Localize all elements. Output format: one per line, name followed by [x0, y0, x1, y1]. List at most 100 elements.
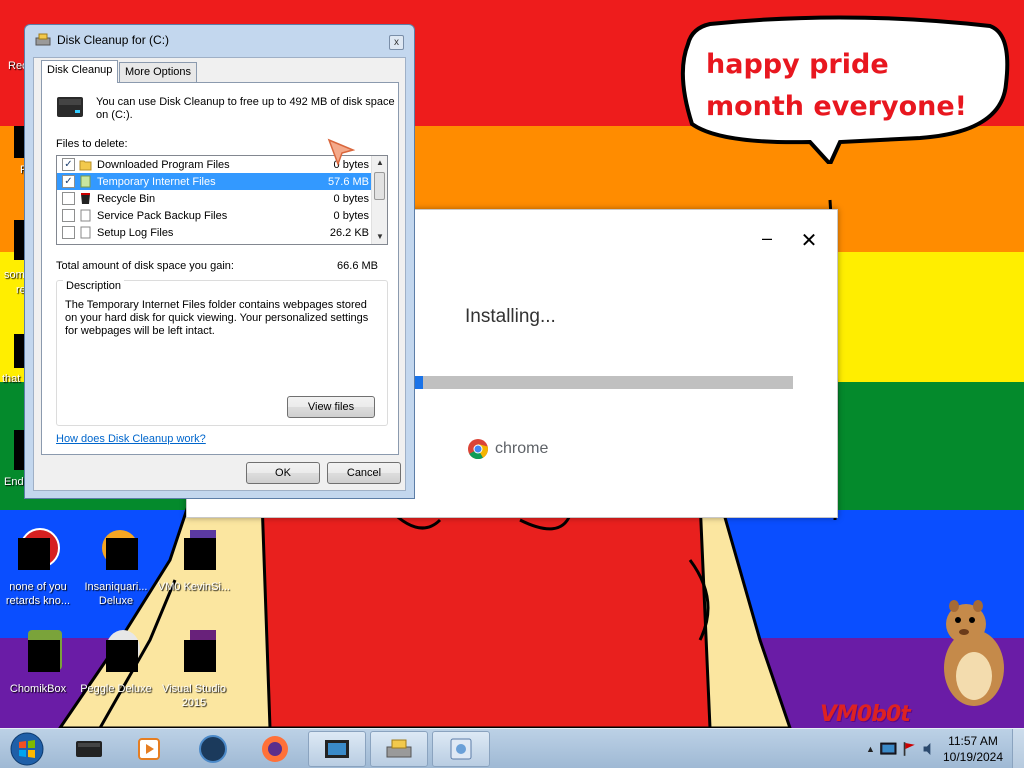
- file-icon: [80, 226, 91, 239]
- clock-time: 11:57 AM: [948, 734, 998, 748]
- files-to-delete-label: Files to delete:: [56, 138, 128, 150]
- desktop-icon-label: Insaniquari... Deluxe: [84, 581, 148, 607]
- file-size: 26.2 KB: [329, 226, 369, 239]
- file-name: Setup Log Files: [97, 226, 174, 239]
- taskbar-item-disk-cleanup[interactable]: [370, 731, 428, 767]
- file-size: 57.6 MB: [328, 175, 369, 188]
- list-item[interactable]: Recycle Bin 0 bytes: [57, 190, 371, 207]
- desktop-icon-label: Visual Studio 2015: [161, 683, 226, 709]
- program-icon: [170, 528, 218, 576]
- checkbox[interactable]: [62, 209, 75, 222]
- desktop-edge-label: that: [2, 373, 21, 385]
- desktop-icon-peggle-deluxe[interactable]: Peggle Deluxe: [78, 630, 154, 696]
- cancel-button[interactable]: Cancel: [327, 462, 401, 484]
- hamster-image: [944, 600, 1004, 706]
- desktop-icon-label: ChomikBox: [9, 683, 67, 695]
- description-group: Description The Temporary Internet Files…: [56, 280, 388, 426]
- file-name: Service Pack Backup Files: [97, 209, 228, 222]
- list-item[interactable]: Service Pack Backup Files 0 bytes: [57, 207, 371, 224]
- close-button[interactable]: x: [389, 35, 404, 50]
- desktop-edge-label: End: [4, 476, 24, 488]
- file-name: Downloaded Program Files: [97, 158, 230, 171]
- action-center-flag-icon[interactable]: [902, 739, 917, 759]
- show-desktop-button[interactable]: [1012, 729, 1024, 768]
- description-text: The Temporary Internet Files folder cont…: [65, 299, 369, 337]
- taskbar-item-computer[interactable]: [60, 731, 118, 767]
- mouse-cursor-icon: [327, 138, 355, 166]
- computer-icon: [76, 741, 102, 757]
- files-list[interactable]: ✓ Downloaded Program Files 0 bytes ✓ Tem…: [56, 155, 388, 245]
- taskbar-item-control-panel[interactable]: [432, 731, 490, 767]
- disk-cleanup-icon: [35, 33, 51, 46]
- system-tray: ▲: [866, 731, 938, 767]
- folder-icon: [79, 160, 92, 171]
- tray-expand-icon[interactable]: ▲: [866, 744, 875, 754]
- view-files-button[interactable]: View files: [287, 396, 375, 418]
- desktop-icon-insaniquarium[interactable]: Insaniquari... Deluxe: [78, 528, 154, 608]
- disk-cleanup-window: Disk Cleanup for (C:) x Disk Cleanup Mor…: [24, 24, 415, 499]
- total-space-value: 66.6 MB: [337, 260, 378, 272]
- taskbar-item-firefox[interactable]: [246, 731, 304, 767]
- desktop-icon-label: none of you retards kno...: [5, 581, 71, 607]
- close-button[interactable]: ✕: [799, 228, 819, 252]
- checkbox[interactable]: ✓: [62, 175, 75, 188]
- chrome-icon: [468, 439, 488, 460]
- peggle-icon: [92, 630, 140, 678]
- desktop-icon-chomikbox[interactable]: ChomikBox: [0, 630, 76, 696]
- checkbox[interactable]: [62, 226, 75, 239]
- list-item[interactable]: ✓ Downloaded Program Files 0 bytes: [57, 156, 371, 173]
- control-panel-icon: [450, 738, 472, 760]
- desktop-edge-label: som: [4, 269, 25, 281]
- scroll-up-icon[interactable]: ▲: [372, 156, 387, 170]
- file-size: 0 bytes: [333, 209, 369, 222]
- list-item[interactable]: Setup Log Files 26.2 KB: [57, 224, 371, 241]
- scrollbar[interactable]: ▲ ▼: [371, 156, 387, 244]
- scroll-thumb[interactable]: [374, 172, 385, 200]
- network-icon[interactable]: [879, 739, 898, 759]
- desktop-icon-label: Peggle Deluxe: [80, 683, 152, 695]
- file-icon: [80, 175, 91, 188]
- window-titlebar[interactable]: Disk Cleanup for (C:): [35, 33, 169, 47]
- chomikbox-icon: [14, 630, 62, 678]
- taskbar-item-app[interactable]: [184, 731, 242, 767]
- file-icon: [80, 209, 91, 222]
- description-legend: Description: [63, 280, 125, 292]
- fish-icon: [92, 528, 140, 576]
- help-link[interactable]: How does Disk Cleanup work?: [56, 433, 206, 445]
- checkbox[interactable]: ✓: [62, 158, 75, 171]
- taskbar: ▲ 11:57 AM 10/19/2024: [0, 728, 1024, 768]
- desktop-icon-label: VM0 KevinSi...: [157, 581, 231, 593]
- volume-icon[interactable]: [921, 739, 938, 759]
- total-space-label: Total amount of disk space you gain:: [56, 260, 234, 272]
- recycle-bin-icon: [81, 193, 90, 204]
- desktop-icon-none-of-you[interactable]: none of you retards kno...: [0, 528, 76, 608]
- program-icon: [14, 528, 62, 576]
- desktop-icon-visual-studio[interactable]: Visual Studio 2015: [156, 630, 232, 710]
- start-button-icon[interactable]: [6, 731, 48, 767]
- list-item[interactable]: ✓ Temporary Internet Files 57.6 MB: [57, 173, 371, 190]
- minimize-button[interactable]: –: [757, 228, 777, 248]
- installer-progress-bar: [415, 376, 793, 389]
- firefox-icon: [262, 736, 288, 762]
- checkbox[interactable]: [62, 192, 75, 205]
- chrome-brand: chrome: [467, 438, 548, 460]
- wallpaper-watermark: VM0b0t: [820, 702, 911, 727]
- taskbar-item-chrome-installer[interactable]: [308, 731, 366, 767]
- desktop-icon-vm0-kevinsi[interactable]: VM0 KevinSi...: [156, 528, 232, 594]
- hard-drive-icon: [57, 97, 83, 117]
- taskbar-item-media-player[interactable]: [120, 731, 178, 767]
- globe-icon: [199, 735, 227, 763]
- tab-disk-cleanup[interactable]: Disk Cleanup: [41, 60, 119, 83]
- installer-icon: [325, 740, 349, 758]
- scroll-down-icon[interactable]: ▼: [372, 230, 387, 244]
- disk-cleanup-icon: [386, 739, 412, 758]
- dialog-body: Disk Cleanup More Options You can use Di…: [33, 57, 406, 491]
- file-name: Temporary Internet Files: [97, 175, 216, 188]
- ok-button[interactable]: OK: [246, 462, 320, 484]
- taskbar-clock[interactable]: 11:57 AM 10/19/2024: [940, 733, 1006, 765]
- visual-studio-icon: [170, 630, 218, 678]
- file-size: 0 bytes: [333, 192, 369, 205]
- chrome-brand-text: chrome: [495, 440, 549, 457]
- installer-status: Installing...: [465, 306, 556, 327]
- tab-more-options[interactable]: More Options: [119, 62, 198, 82]
